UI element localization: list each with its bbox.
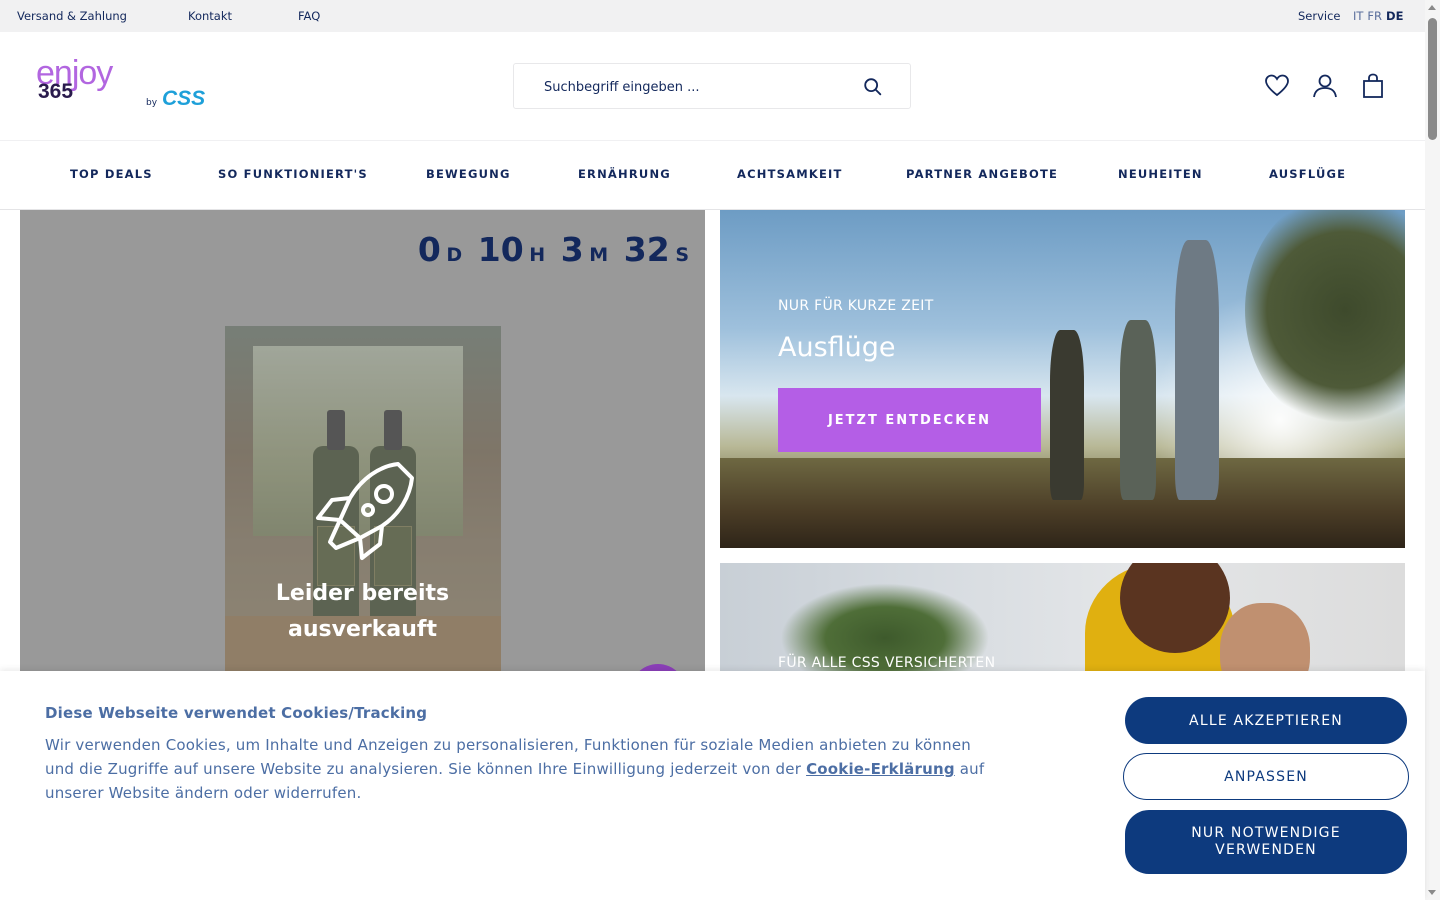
site-header: enjoy 365 by CSS <box>0 32 1425 140</box>
top-deal-tile[interactable]: 0 D 10 H 3 M 32 S Leider bereits ausverk… <box>20 210 705 680</box>
soldout-message: Leider bereits ausverkauft <box>20 576 705 648</box>
top-utility-bar: Versand & Zahlung Kontakt FAQ Service IT… <box>0 0 1425 32</box>
soldout-line-2: ausverkauft <box>288 617 437 642</box>
scroll-down-arrow[interactable] <box>1428 890 1436 895</box>
logo-number: 365 <box>38 80 74 103</box>
search-icon[interactable] <box>862 76 884 98</box>
heart-icon[interactable] <box>1263 72 1291 100</box>
shipping-payment-link[interactable]: Versand & Zahlung <box>17 9 127 23</box>
main-navigation: TOP DEALS SO FUNKTIONIERT'S BEWEGUNG ERN… <box>0 140 1425 210</box>
nav-movement[interactable]: BEWEGUNG <box>426 167 511 181</box>
excursions-promo-tile[interactable]: NUR FÜR KURZE ZEIT Ausflüge JETZT ENTDEC… <box>720 210 1405 548</box>
customize-button[interactable]: ANPASSEN <box>1123 753 1409 800</box>
search-box <box>513 63 911 109</box>
nav-top-deals[interactable]: TOP DEALS <box>70 167 153 181</box>
nav-excursions[interactable]: AUSFLÜGE <box>1269 167 1346 181</box>
countdown-days: 0 <box>417 230 441 269</box>
nav-how-it-works[interactable]: SO FUNKTIONIERT'S <box>218 167 368 181</box>
contact-link[interactable]: Kontakt <box>188 9 232 23</box>
page-scrollbar[interactable] <box>1425 0 1440 900</box>
necessary-only-button[interactable]: NUR NOTWENDIGE VERWENDEN <box>1125 810 1407 874</box>
logo-brand: CSS <box>162 87 206 110</box>
nav-partner-offers[interactable]: PARTNER ANGEBOTE <box>906 167 1058 181</box>
css-insured-promo-tile[interactable]: FÜR ALLE CSS VERSICHERTEN <box>720 563 1405 683</box>
scroll-up-arrow[interactable] <box>1428 5 1436 10</box>
nav-new[interactable]: NEUHEITEN <box>1118 167 1203 181</box>
faq-link[interactable]: FAQ <box>298 9 320 23</box>
language-de[interactable]: DE <box>1386 9 1403 23</box>
cookie-declaration-link[interactable]: Cookie-Erklärung <box>806 760 955 778</box>
countdown-hours: 10 <box>477 230 524 269</box>
nav-mindfulness[interactable]: ACHTSAMKEIT <box>737 167 843 181</box>
countdown-minutes-unit: M <box>589 244 609 266</box>
scrollbar-thumb[interactable] <box>1428 18 1437 140</box>
language-it[interactable]: IT <box>1353 9 1363 23</box>
discover-now-button[interactable]: JETZT ENTDECKEN <box>778 388 1041 452</box>
language-fr[interactable]: FR <box>1367 9 1382 23</box>
cookie-banner: Diese Webseite verwendet Cookies/Trackin… <box>0 671 1425 900</box>
rocket-icon <box>316 462 414 560</box>
countdown-days-unit: D <box>446 244 463 266</box>
shopping-bag-icon[interactable] <box>1359 72 1387 100</box>
countdown-seconds: 32 <box>623 230 670 269</box>
countdown-seconds-unit: S <box>675 244 689 266</box>
nav-nutrition[interactable]: ERNÄHRUNG <box>578 167 671 181</box>
countdown-hours-unit: H <box>529 244 546 266</box>
enjoy365-logo[interactable]: enjoy 365 by CSS <box>36 54 216 116</box>
search-input[interactable] <box>544 76 864 98</box>
language-switcher: IT FR DE <box>1353 9 1407 23</box>
cookie-title: Diese Webseite verwendet Cookies/Trackin… <box>45 704 428 722</box>
child-figure <box>1050 330 1084 500</box>
countdown-minutes: 3 <box>560 230 584 269</box>
promo-eyebrow: FÜR ALLE CSS VERSICHERTEN <box>778 655 996 671</box>
soldout-line-1: Leider bereits <box>275 581 450 606</box>
promo-title: Ausflüge <box>778 332 896 363</box>
child-figure <box>1175 240 1219 500</box>
user-icon[interactable] <box>1311 72 1339 100</box>
cookie-text: Wir verwenden Cookies, um Inhalte und An… <box>45 733 985 805</box>
child-figure <box>1120 320 1156 500</box>
promo-eyebrow: NUR FÜR KURZE ZEIT <box>778 298 934 314</box>
logo-by: by <box>146 98 158 108</box>
service-link[interactable]: Service <box>1298 9 1341 23</box>
accept-all-button[interactable]: ALLE AKZEPTIEREN <box>1125 697 1407 744</box>
deal-countdown: 0 D 10 H 3 M 32 S <box>418 230 689 269</box>
